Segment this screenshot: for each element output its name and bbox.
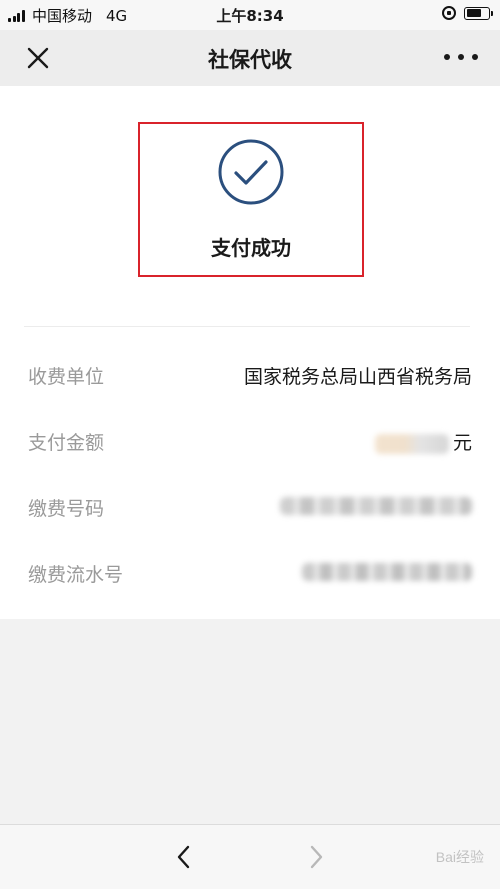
more-button[interactable] [444, 50, 478, 64]
currency-unit: 元 [452, 432, 472, 454]
divider [24, 326, 470, 327]
nav-bar: 社保代收 [0, 30, 500, 86]
bottom-toolbar: Bai经验 [0, 824, 500, 889]
detail-row-payment-number: 缴费号码 [0, 486, 500, 526]
redacted-amount [374, 433, 449, 454]
detail-label: 收费单位 [28, 366, 105, 388]
detail-row-amount: 支付金额 元 [0, 420, 500, 460]
success-message: 支付成功 [211, 236, 291, 260]
payment-result-card: 支付成功 收费单位 国家税务总局山西省税务局 支付金额 元 缴费号码 缴费流水号 [0, 86, 500, 619]
chevron-left-icon [177, 845, 190, 869]
watermark: Bai经验 [435, 849, 484, 865]
status-bar: 中国移动 4G 上午8:34 [0, 0, 500, 30]
detail-value-amount: 元 [374, 428, 472, 455]
chevron-right-icon [310, 845, 323, 869]
detail-value [280, 494, 472, 516]
page-title: 社保代收 [208, 48, 292, 72]
status-time: 上午8:34 [216, 7, 284, 25]
more-icon-dot [444, 54, 450, 60]
check-circle-icon [218, 139, 284, 205]
detail-row-payee: 收费单位 国家税务总局山西省税务局 [0, 354, 500, 394]
orientation-lock-icon [442, 6, 456, 20]
detail-label: 支付金额 [28, 432, 105, 454]
back-button[interactable] [172, 843, 196, 871]
forward-button[interactable] [304, 843, 328, 871]
detail-label: 缴费流水号 [28, 564, 124, 586]
detail-row-serial-number: 缴费流水号 [0, 552, 500, 592]
redacted-payment-number [280, 496, 472, 515]
success-highlight: 支付成功 [138, 122, 364, 277]
detail-label: 缴费号码 [28, 498, 105, 520]
detail-value: 国家税务总局山西省税务局 [243, 366, 472, 388]
battery-icon [464, 6, 493, 20]
more-icon-dot [458, 54, 464, 60]
more-icon-dot [472, 54, 478, 60]
status-right [442, 6, 493, 20]
redacted-serial-number [302, 562, 472, 581]
detail-value [302, 560, 472, 582]
